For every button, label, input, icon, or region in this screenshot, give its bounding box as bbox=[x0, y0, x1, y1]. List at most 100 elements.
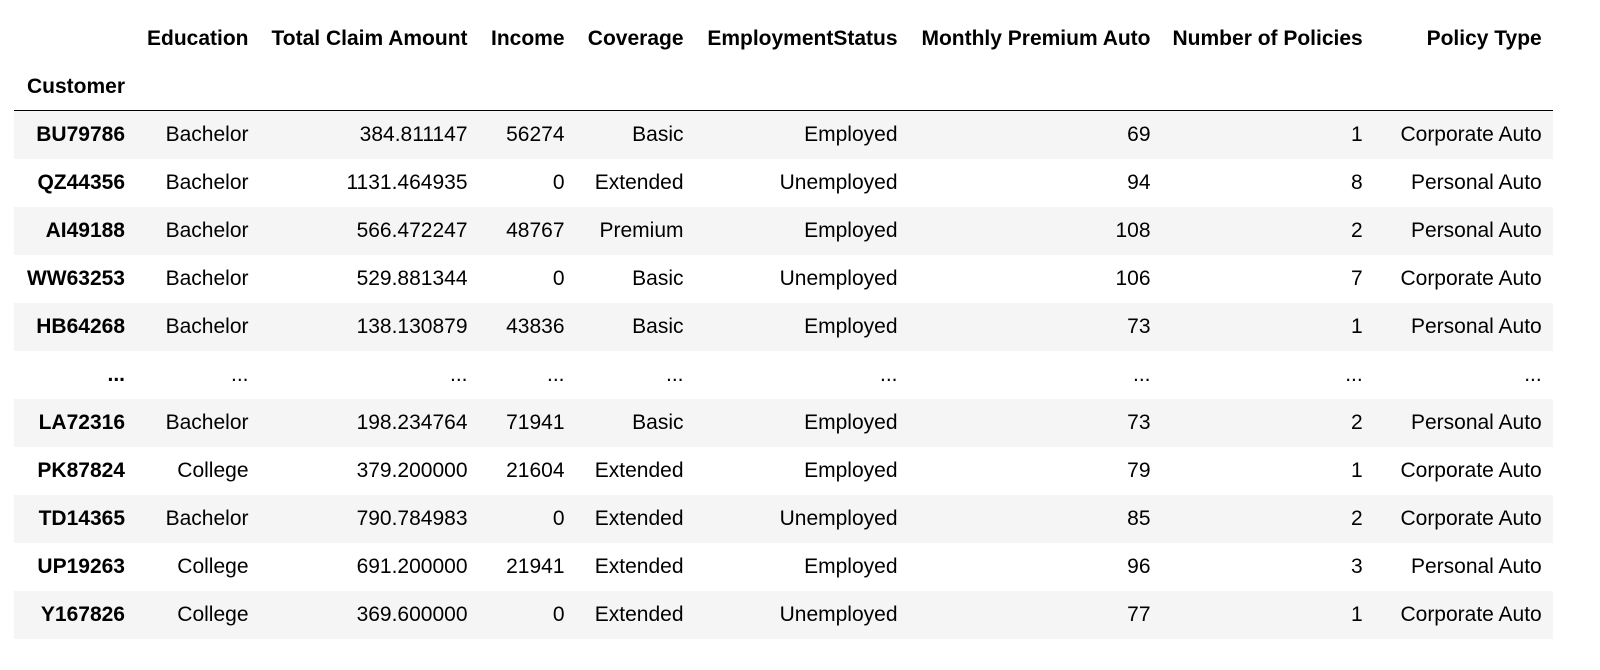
cell-income: ... bbox=[547, 362, 565, 386]
cell-monthly-premium-auto: 108 bbox=[1115, 218, 1151, 242]
column-header-row: Education Total Claim Amount Income Cove… bbox=[14, 15, 1553, 63]
table-row: Y167826 College 369.600000 0 Extended Unemplo… bbox=[14, 590, 1553, 639]
table-row: HB64268 Bachelor 138.130879 43836 Basic Emplo… bbox=[14, 302, 1553, 351]
cell-employment-status: Employed bbox=[804, 410, 898, 434]
cell-employment-status: Unemployed bbox=[779, 602, 898, 626]
column-header-total-claim-amount: Total Claim Amount bbox=[271, 27, 468, 50]
cell-education: Bachelor bbox=[165, 314, 249, 338]
table-row: WW63253 Bachelor 529.881344 0 Basic Unemploye… bbox=[14, 254, 1553, 303]
cell-employment-status: Unemployed bbox=[779, 266, 898, 290]
cell-number-of-policies: 1 bbox=[1351, 458, 1363, 482]
row-index-customer: TD14365 bbox=[38, 506, 125, 530]
cell-employment-status: Employed bbox=[804, 554, 898, 578]
table-row: QZ44356 Bachelor 1131.464935 0 Extended Unemp… bbox=[14, 158, 1553, 207]
cell-policy-type: Personal Auto bbox=[1410, 218, 1542, 242]
cell-education: Bachelor bbox=[165, 410, 249, 434]
column-header-monthly-premium-auto: Monthly Premium Auto bbox=[921, 27, 1151, 50]
cell-income: 0 bbox=[552, 602, 565, 626]
row-index-customer: PK87824 bbox=[37, 458, 125, 482]
cell-employment-status: Unemployed bbox=[779, 170, 898, 194]
cell-income: 0 bbox=[552, 170, 565, 194]
column-header-education: Education bbox=[147, 27, 249, 50]
cell-income: 71941 bbox=[506, 410, 565, 434]
cell-monthly-premium-auto: ... bbox=[1133, 362, 1151, 386]
cell-employment-status: Employed bbox=[804, 218, 898, 242]
cell-total-claim-amount: 566.472247 bbox=[356, 218, 468, 242]
cell-total-claim-amount: 1131.464935 bbox=[346, 170, 468, 194]
row-index-customer: BU79786 bbox=[36, 122, 125, 146]
column-header-policy-type: Policy Type bbox=[1426, 27, 1542, 50]
cell-number-of-policies: ... bbox=[1345, 362, 1363, 386]
table-row: AI49188 Bachelor 566.472247 48767 Premium Emp… bbox=[14, 206, 1553, 255]
row-index-customer: ... bbox=[107, 362, 125, 386]
cell-total-claim-amount: 384.811147 bbox=[359, 122, 468, 146]
cell-employment-status: ... bbox=[880, 362, 898, 386]
cell-number-of-policies: 2 bbox=[1351, 506, 1363, 530]
row-index-customer: QZ44356 bbox=[37, 170, 125, 194]
cell-total-claim-amount: ... bbox=[450, 362, 468, 386]
cell-policy-type: Corporate Auto bbox=[1400, 506, 1542, 530]
row-index-customer: HB64268 bbox=[36, 314, 125, 338]
cell-coverage: Basic bbox=[632, 122, 684, 146]
cell-employment-status: Employed bbox=[804, 458, 898, 482]
cell-policy-type: Personal Auto bbox=[1410, 554, 1542, 578]
cell-coverage: Extended bbox=[594, 458, 684, 482]
row-index-customer: UP19263 bbox=[37, 554, 125, 578]
cell-monthly-premium-auto: 73 bbox=[1127, 410, 1151, 434]
cell-income: 56274 bbox=[506, 122, 565, 146]
cell-number-of-policies: 2 bbox=[1351, 218, 1363, 242]
cell-education: College bbox=[177, 458, 249, 482]
table-row: UP19263 College 691.200000 21941 Extended Emp… bbox=[14, 542, 1553, 591]
cell-education: Bachelor bbox=[165, 266, 249, 290]
cell-total-claim-amount: 529.881344 bbox=[356, 266, 468, 290]
cell-total-claim-amount: 369.600000 bbox=[356, 602, 468, 626]
cell-number-of-policies: 8 bbox=[1351, 170, 1363, 194]
cell-coverage: Extended bbox=[594, 506, 684, 530]
cell-employment-status: Employed bbox=[804, 122, 898, 146]
cell-coverage: Basic bbox=[632, 314, 684, 338]
cell-policy-type: Corporate Auto bbox=[1400, 266, 1542, 290]
index-header-blank bbox=[14, 15, 136, 63]
cell-coverage: ... bbox=[666, 362, 684, 386]
cell-education: College bbox=[177, 602, 249, 626]
index-name-row: Customer bbox=[14, 63, 1553, 111]
cell-number-of-policies: 1 bbox=[1351, 314, 1363, 338]
cell-monthly-premium-auto: 94 bbox=[1127, 170, 1151, 194]
cell-policy-type: Corporate Auto bbox=[1400, 122, 1542, 146]
cell-total-claim-amount: 691.200000 bbox=[356, 554, 468, 578]
cell-coverage: Basic bbox=[632, 410, 684, 434]
column-header-number-of-policies: Number of Policies bbox=[1172, 27, 1363, 50]
row-index-customer: AI49188 bbox=[45, 218, 125, 242]
table-row: ........................... bbox=[14, 350, 1553, 399]
cell-education: ... bbox=[231, 362, 249, 386]
cell-policy-type: ... bbox=[1524, 362, 1542, 386]
cell-coverage: Extended bbox=[594, 554, 684, 578]
cell-policy-type: Corporate Auto bbox=[1400, 602, 1542, 626]
dataframe-container: Education Total Claim Amount Income Cove… bbox=[14, 15, 1553, 639]
cell-education: Bachelor bbox=[165, 218, 249, 242]
cell-employment-status: Employed bbox=[804, 314, 898, 338]
cell-total-claim-amount: 790.784983 bbox=[356, 506, 468, 530]
row-index-customer: Y167826 bbox=[40, 602, 125, 626]
table-row: BU79786 Bachelor 384.811147 56274 Basic Emplo… bbox=[14, 110, 1553, 159]
column-header-employment-status: EmploymentStatus bbox=[707, 27, 898, 50]
table-row: TD14365 Bachelor 790.784983 0 Extended Unempl… bbox=[14, 494, 1553, 543]
cell-number-of-policies: 1 bbox=[1351, 122, 1363, 146]
table-body: BU79786 Bachelor 384.811147 56274 Basic Emplo… bbox=[14, 110, 1553, 639]
cell-number-of-policies: 7 bbox=[1351, 266, 1363, 290]
cell-policy-type: Corporate Auto bbox=[1400, 458, 1542, 482]
cell-income: 21604 bbox=[506, 458, 565, 482]
cell-monthly-premium-auto: 85 bbox=[1127, 506, 1151, 530]
cell-education: College bbox=[177, 554, 249, 578]
cell-number-of-policies: 1 bbox=[1351, 602, 1363, 626]
cell-coverage: Premium bbox=[599, 218, 684, 242]
cell-number-of-policies: 3 bbox=[1351, 554, 1363, 578]
cell-monthly-premium-auto: 79 bbox=[1127, 458, 1151, 482]
cell-education: Bachelor bbox=[165, 170, 249, 194]
table-row: LA72316 Bachelor 198.234764 71941 Basic Emplo… bbox=[14, 398, 1553, 447]
cell-income: 21941 bbox=[506, 554, 565, 578]
cell-number-of-policies: 2 bbox=[1351, 410, 1363, 434]
column-header-income: Income bbox=[490, 27, 565, 50]
row-index-customer: LA72316 bbox=[38, 410, 125, 434]
cell-total-claim-amount: 138.130879 bbox=[356, 314, 468, 338]
